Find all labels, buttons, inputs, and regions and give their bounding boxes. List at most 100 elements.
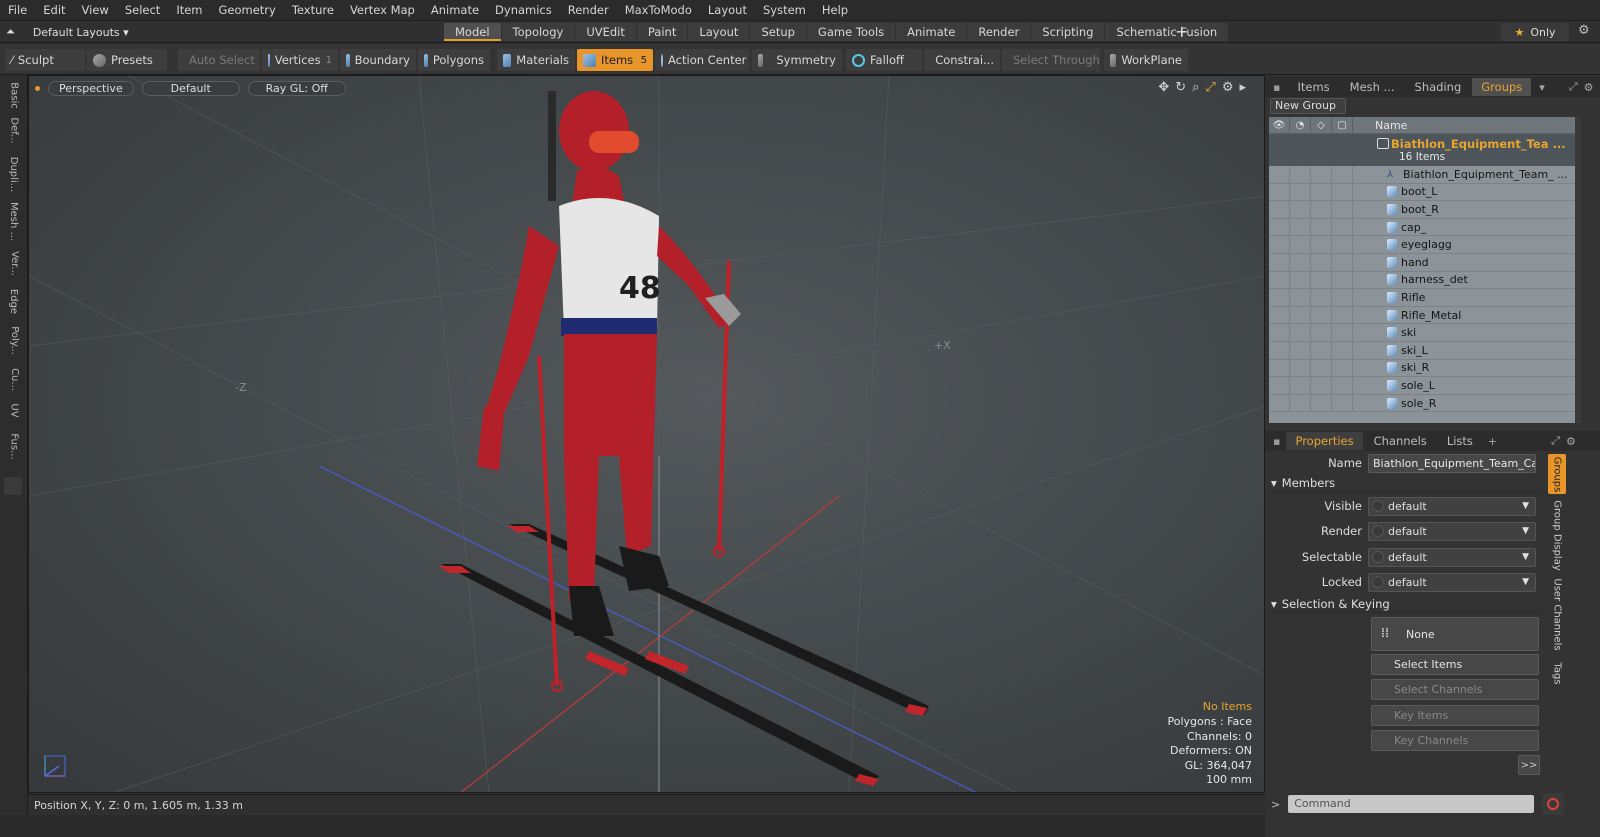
list-item[interactable]: harness_det — [1269, 271, 1575, 290]
3d-viewport[interactable]: Perspective Default Ray GL: Off ✥ ↻ ⌕ ⤢ … — [28, 75, 1265, 793]
menu-help[interactable]: Help — [814, 3, 856, 17]
raygl-pill[interactable]: Ray GL: Off — [247, 80, 346, 96]
polygons-button[interactable]: Polygons — [418, 49, 490, 71]
menu-select[interactable]: Select — [117, 3, 168, 17]
workplane-button[interactable]: WorkPlane — [1104, 49, 1188, 71]
view-type-pill[interactable]: Perspective — [48, 80, 134, 96]
tab-uvedit[interactable]: UVEdit — [575, 23, 636, 41]
tab-layout[interactable]: Layout — [688, 23, 750, 41]
sidetab-group-display[interactable]: Group Display — [1548, 499, 1566, 571]
rotate-view-icon[interactable]: ↻ — [1175, 80, 1186, 95]
tab-paint[interactable]: Paint — [636, 23, 688, 41]
vtab-fusion[interactable]: Fus... — [3, 427, 25, 465]
sidetab-tags[interactable]: Tags — [1548, 657, 1566, 689]
fit-view-icon[interactable]: ⤢ — [1205, 80, 1215, 95]
sculpt-button[interactable]: ⁄ Sculpt — [5, 49, 85, 71]
list-item[interactable]: ski_L — [1269, 341, 1575, 360]
menu-system[interactable]: System — [755, 3, 814, 17]
more-button[interactable]: >> — [1518, 755, 1540, 775]
menu-vertex-map[interactable]: Vertex Map — [342, 3, 423, 17]
menu-dynamics[interactable]: Dynamics — [487, 3, 560, 17]
list-item[interactable]: sole_R — [1269, 394, 1575, 413]
key-items-button[interactable]: Key Items — [1371, 705, 1539, 726]
lock-col-icon[interactable]: ▢ — [1332, 117, 1353, 134]
list-item[interactable]: boot_L — [1269, 183, 1575, 202]
list-item[interactable]: Rifle — [1269, 289, 1575, 307]
menu-layout[interactable]: Layout — [700, 3, 755, 17]
tab-animate[interactable]: Animate — [896, 23, 967, 41]
move-view-icon[interactable]: ✥ — [1158, 80, 1169, 95]
panel-menu-dot-icon[interactable]: ▪ — [1273, 81, 1280, 94]
tab-items[interactable]: Items — [1288, 78, 1338, 96]
left-panel-toggle[interactable] — [4, 477, 22, 495]
render-col-icon[interactable]: ◔ — [1290, 117, 1311, 134]
auto-select-button[interactable]: Auto Select — [178, 49, 260, 71]
vtab-polygon[interactable]: Poly... — [3, 321, 25, 359]
groups-list-scrollbar[interactable] — [1575, 117, 1581, 423]
zoom-view-icon[interactable]: ⌕ — [1192, 80, 1199, 95]
vtab-duplicate[interactable]: Dupli... — [3, 153, 25, 195]
tab-mesh[interactable]: Mesh ... — [1341, 78, 1404, 96]
viewport-gear-icon[interactable]: ⚙ — [1222, 80, 1234, 95]
expand-icon[interactable]: ⤢ — [1569, 80, 1578, 94]
tab-render[interactable]: Render — [967, 23, 1031, 41]
chevron-down-icon[interactable]: ▾ — [1539, 81, 1545, 94]
visibility-col-eye-icon[interactable]: 👁 — [1269, 117, 1290, 134]
menu-geometry[interactable]: Geometry — [211, 3, 284, 17]
tab-shading[interactable]: Shading — [1406, 78, 1471, 96]
menu-render[interactable]: Render — [560, 3, 617, 17]
render-dropdown[interactable]: default ▼ — [1368, 521, 1536, 541]
tab-channels[interactable]: Channels — [1365, 432, 1436, 450]
vtab-vertex[interactable]: Ver... — [3, 247, 25, 279]
tab-groups[interactable]: Groups — [1472, 78, 1532, 96]
items-button[interactable]: Items 5 — [577, 49, 653, 71]
select-channels-button[interactable]: Select Channels — [1371, 679, 1539, 700]
sidetab-groups[interactable]: Groups — [1548, 454, 1566, 494]
selection-mode-button[interactable]: ⁞⁞ None — [1371, 617, 1539, 651]
shading-pill[interactable]: Default — [141, 80, 240, 96]
menu-maxtomodo[interactable]: MaxToModo — [617, 3, 700, 17]
constraints-button[interactable]: Constrai... — [924, 49, 1000, 71]
group-root-row[interactable]: Biathlon_Equipment_Tea ... 16 Items — [1269, 134, 1575, 166]
members-section[interactable]: ▾ Members — [1271, 475, 1541, 492]
add-tab-icon[interactable]: + — [1175, 22, 1188, 41]
tab-topology[interactable]: Topology — [501, 23, 575, 41]
command-input[interactable]: Command — [1288, 795, 1535, 813]
menu-view[interactable]: View — [74, 3, 117, 17]
select-items-button[interactable]: Select Items — [1371, 654, 1539, 675]
symmetry-button[interactable]: Symmetry — [752, 49, 842, 71]
tab-lists[interactable]: Lists — [1438, 432, 1482, 450]
layout-selector[interactable]: ⏶ Default Layouts ▾ — [0, 21, 129, 43]
gear-icon[interactable]: ⚙ — [1578, 23, 1590, 38]
list-item[interactable]: eyeglagg — [1269, 236, 1575, 254]
only-toggle[interactable]: ★ Only — [1501, 23, 1569, 41]
presets-button[interactable]: Presets — [87, 49, 167, 71]
select-through-button[interactable]: Select Through — [1002, 49, 1100, 71]
vtab-mesh[interactable]: Mesh ... — [3, 201, 25, 241]
menu-file[interactable]: File — [0, 3, 35, 17]
panel-menu-dot-icon[interactable]: ▪ — [1273, 435, 1280, 448]
gear-icon[interactable]: ⚙ — [1584, 81, 1594, 94]
list-item[interactable]: cap_ — [1269, 218, 1575, 237]
tab-setup[interactable]: Setup — [750, 23, 806, 41]
visible-dropdown[interactable]: default ▼ — [1368, 496, 1536, 516]
vertices-button[interactable]: Vertices 1 — [262, 49, 338, 71]
locked-dropdown[interactable]: default ▼ — [1368, 572, 1536, 592]
materials-button[interactable]: Materials — [497, 49, 575, 71]
menu-edit[interactable]: Edit — [35, 3, 73, 17]
tab-scripting[interactable]: Scripting — [1031, 23, 1105, 41]
sidetab-user-channels[interactable]: User Channels — [1548, 577, 1566, 651]
list-item[interactable]: sole_L — [1269, 377, 1575, 395]
falloff-button[interactable]: Falloff — [846, 49, 922, 71]
vtab-basic[interactable]: Basic — [3, 81, 25, 109]
vtab-edge[interactable]: Edge — [3, 285, 25, 317]
selection-keying-section[interactable]: ▾ Selection & Keying — [1271, 596, 1541, 613]
boundary-button[interactable]: Boundary — [340, 49, 416, 71]
viewport-expand-icon[interactable]: ▸ — [1239, 80, 1246, 95]
vtab-curve[interactable]: Cu... — [3, 363, 25, 395]
menu-animate[interactable]: Animate — [423, 3, 487, 17]
vtab-uv[interactable]: UV — [3, 397, 25, 423]
key-channels-button[interactable]: Key Channels — [1371, 730, 1539, 751]
select-col-icon[interactable]: ◇ — [1311, 117, 1332, 134]
menu-item[interactable]: Item — [168, 3, 210, 17]
